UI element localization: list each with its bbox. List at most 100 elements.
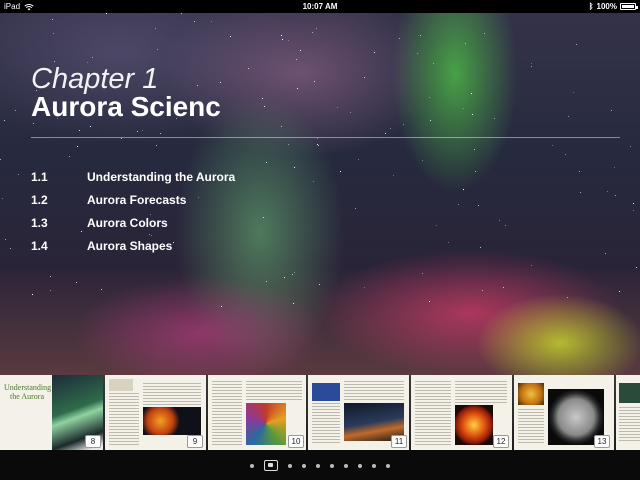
star <box>385 133 386 134</box>
thumbnail-page-11[interactable]: 11 <box>308 375 409 450</box>
star <box>79 130 80 131</box>
star <box>181 13 182 14</box>
star <box>155 28 156 29</box>
star <box>284 277 285 278</box>
page-dot[interactable] <box>358 463 362 468</box>
toc-item-1-1[interactable]: 1.1 Understanding the Aurora <box>31 165 331 188</box>
star <box>429 301 430 302</box>
page-dot[interactable] <box>302 463 306 468</box>
star <box>15 110 16 111</box>
star <box>505 225 506 226</box>
page-dot[interactable] <box>288 463 292 468</box>
toc-title: Understanding the Aurora <box>87 169 236 184</box>
star <box>465 43 466 44</box>
star <box>607 191 608 192</box>
page-dot[interactable] <box>250 463 254 468</box>
star <box>220 82 221 83</box>
star <box>282 39 283 40</box>
star <box>197 85 198 86</box>
toc-item-1-4[interactable]: 1.4 Aurora Shapes <box>31 234 331 257</box>
page-number-badge: 8 <box>85 435 101 448</box>
star <box>567 297 568 298</box>
star <box>350 112 351 113</box>
star <box>393 175 394 176</box>
page-dot[interactable] <box>316 463 320 468</box>
page-thumbnail-strip[interactable]: Understanding the Aurora 8 9 10 11 12 13 <box>0 375 640 450</box>
star <box>633 203 634 204</box>
star <box>364 77 365 78</box>
toc-title: Aurora Colors <box>87 215 168 230</box>
battery-icon <box>620 3 638 10</box>
star <box>316 28 317 29</box>
star <box>50 276 51 277</box>
thumbnail-cover-title: Understanding the Aurora <box>4 383 52 401</box>
bluetooth-icon: ᛒ <box>588 2 594 11</box>
star <box>568 116 569 117</box>
page-dot[interactable] <box>372 463 376 468</box>
star <box>429 97 430 98</box>
star <box>422 160 423 161</box>
star <box>480 247 481 248</box>
page-number-badge: 11 <box>391 435 407 448</box>
star <box>337 107 338 108</box>
page-number-badge: 10 <box>288 435 304 448</box>
star <box>288 144 289 145</box>
toc-number: 1.3 <box>31 215 48 230</box>
star <box>297 88 298 89</box>
clock: 10:07 AM <box>302 2 338 11</box>
thumbnail-page-9[interactable]: 9 <box>105 375 206 450</box>
thumbnail-page-next[interactable] <box>616 375 640 450</box>
star <box>76 282 77 283</box>
thumbnail-page-8[interactable]: Understanding the Aurora 8 <box>0 375 103 450</box>
thumbnail-page-12[interactable]: 12 <box>411 375 512 450</box>
star <box>605 253 606 254</box>
page-dot-active[interactable] <box>264 460 278 471</box>
star <box>18 174 19 175</box>
star <box>101 289 102 290</box>
thumbnail-image <box>518 383 544 405</box>
page-indicator-dots[interactable] <box>0 460 640 471</box>
toc-title: Aurora Shapes <box>87 238 173 253</box>
toc-item-1-2[interactable]: 1.2 Aurora Forecasts <box>31 188 331 211</box>
page-dot[interactable] <box>330 463 334 468</box>
toc-number: 1.4 <box>31 238 48 253</box>
star <box>630 146 631 147</box>
star <box>54 61 55 62</box>
star <box>482 290 483 291</box>
star <box>319 284 320 285</box>
chapter-title: Aurora Scienc <box>31 91 221 122</box>
toc-item-1-3[interactable]: 1.3 Aurora Colors <box>31 211 331 234</box>
star <box>399 38 400 39</box>
star <box>266 281 267 282</box>
thumbnail-page-10[interactable]: 10 <box>208 375 306 450</box>
star <box>494 118 495 119</box>
star <box>10 248 11 249</box>
star <box>5 239 6 240</box>
star <box>194 21 195 22</box>
page-number-badge: 12 <box>493 435 509 448</box>
star <box>121 138 122 139</box>
page-number-badge: 9 <box>187 435 203 448</box>
star <box>458 204 459 205</box>
star <box>531 265 532 266</box>
star <box>503 287 504 288</box>
star <box>422 273 423 274</box>
star <box>614 167 615 168</box>
page-dot[interactable] <box>386 463 390 468</box>
star <box>472 114 473 115</box>
page-dot[interactable] <box>344 463 348 468</box>
thumbnail-page-13[interactable]: 13 <box>514 375 614 450</box>
page-indicator-bar <box>0 450 640 480</box>
star <box>565 154 566 155</box>
star <box>248 68 249 69</box>
star <box>484 33 485 34</box>
star <box>531 63 532 64</box>
star <box>317 144 318 145</box>
battery-percent: 100% <box>596 2 617 11</box>
status-bar: iPad 10:07 AM ᛒ 100% <box>0 0 640 13</box>
star <box>417 53 418 54</box>
star <box>478 205 479 206</box>
thumbnail-image <box>143 407 201 435</box>
star <box>433 63 434 64</box>
thumbnail-image <box>246 403 286 445</box>
